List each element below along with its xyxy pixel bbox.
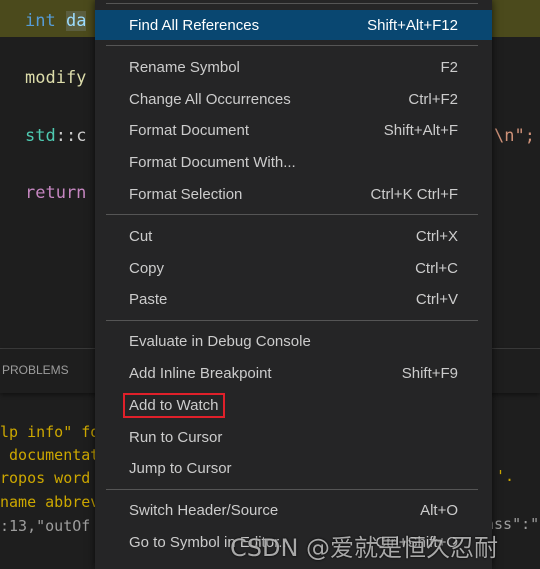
code-line: return — [25, 183, 86, 203]
menu-item-rename-symbol[interactable]: Rename Symbol F2 — [95, 52, 492, 82]
menu-item-label: Change All Occurrences — [129, 90, 291, 108]
menu-item-label: Cut — [129, 227, 153, 245]
code-line: std::c — [25, 126, 86, 146]
menu-item-add-inline-breakpoint[interactable]: Add Inline Breakpoint Shift+F9 — [95, 358, 492, 388]
terminal-fragment: '. — [496, 467, 515, 485]
watermark: CSDN @爱就是恒久忍耐 — [230, 534, 499, 562]
menu-item-evaluate-in-debug-console[interactable]: Evaluate in Debug Console — [95, 326, 492, 356]
menu-item-shortcut: Ctrl+K Ctrl+F — [370, 185, 458, 203]
menu-item-shortcut: Ctrl+F2 — [408, 90, 458, 108]
menu-item-label: Add Inline Breakpoint — [129, 364, 272, 382]
menu-item-find-all-references[interactable]: Find All References Shift+Alt+F12 — [95, 10, 492, 40]
menu-item-label: Evaluate in Debug Console — [129, 332, 311, 350]
terminal-line: :13,"outOf — [0, 517, 91, 535]
menu-item-shortcut: Shift+Alt+F — [383, 121, 458, 139]
menu-item-shortcut: Ctrl+V — [415, 290, 458, 308]
menu-item-shortcut: Shift+Alt+F12 — [367, 16, 458, 34]
menu-item-run-to-cursor[interactable]: Run to Cursor — [95, 422, 492, 452]
menu-item-format-selection[interactable]: Format Selection Ctrl+K Ctrl+F — [95, 179, 492, 209]
terminal-line: documentat — [0, 446, 100, 464]
menu-item-cut[interactable]: Cut Ctrl+X — [95, 221, 492, 251]
terminal-line: name abbrev — [0, 493, 100, 511]
menu-item-label: Format Document With... — [129, 153, 296, 171]
code-token: return — [25, 183, 87, 203]
code-token: ::c — [55, 126, 87, 146]
menu-item-change-all-occurrences[interactable]: Change All Occurrences Ctrl+F2 — [95, 84, 492, 114]
code-line: int da — [25, 11, 87, 31]
code-line: modify — [25, 68, 86, 88]
menu-item-label: Rename Symbol — [129, 58, 240, 76]
menu-separator — [106, 489, 478, 490]
terminal-line: lp info" fo — [0, 423, 100, 441]
menu-item-label: Format Selection — [129, 185, 243, 203]
code-token: int — [25, 11, 66, 31]
menu-separator — [106, 320, 478, 321]
menu-item-shortcut: Alt+O — [420, 501, 458, 519]
menu-item-add-to-watch[interactable]: Add to Watch — [95, 390, 492, 420]
menu-item-label: Switch Header/Source — [129, 501, 279, 519]
menu-item-paste[interactable]: Paste Ctrl+V — [95, 284, 492, 314]
menu-item-label: Find All References — [129, 16, 260, 34]
menu-item-shortcut: Shift+F9 — [401, 364, 458, 382]
menu-item-label: Format Document — [129, 121, 250, 139]
terminal-line: ropos word — [0, 469, 91, 487]
menu-item-label: Copy — [129, 259, 165, 277]
menu-item-format-document[interactable]: Format Document Shift+Alt+F — [95, 115, 492, 145]
code-token: modify — [25, 68, 87, 88]
menu-item-label: Run to Cursor — [129, 428, 223, 446]
code-fragment: \n"; — [494, 126, 535, 146]
menu-separator — [106, 214, 478, 215]
menu-item-format-document-with[interactable]: Format Document With... — [95, 147, 492, 177]
menu-item-label: Paste — [129, 290, 168, 308]
menu-item-shortcut: Ctrl+C — [415, 259, 458, 277]
tab-problems[interactable]: PROBLEMS — [2, 363, 69, 377]
menu-item-switch-header-source[interactable]: Switch Header/Source Alt+O — [95, 495, 492, 525]
menu-item-label: Jump to Cursor — [129, 459, 232, 477]
menu-item-copy[interactable]: Copy Ctrl+C — [95, 253, 492, 283]
menu-item-label: Add to Watch — [123, 392, 225, 418]
menu-separator — [106, 3, 478, 4]
menu-item-shortcut: Ctrl+X — [415, 227, 458, 245]
menu-item-jump-to-cursor[interactable]: Jump to Cursor — [95, 453, 492, 483]
menu-item-shortcut: F2 — [440, 58, 458, 76]
menu-separator — [106, 45, 478, 46]
code-token: std — [25, 126, 56, 146]
code-token: da — [65, 11, 87, 31]
context-menu: Find All References Shift+Alt+F12 Rename S… — [95, 0, 492, 569]
